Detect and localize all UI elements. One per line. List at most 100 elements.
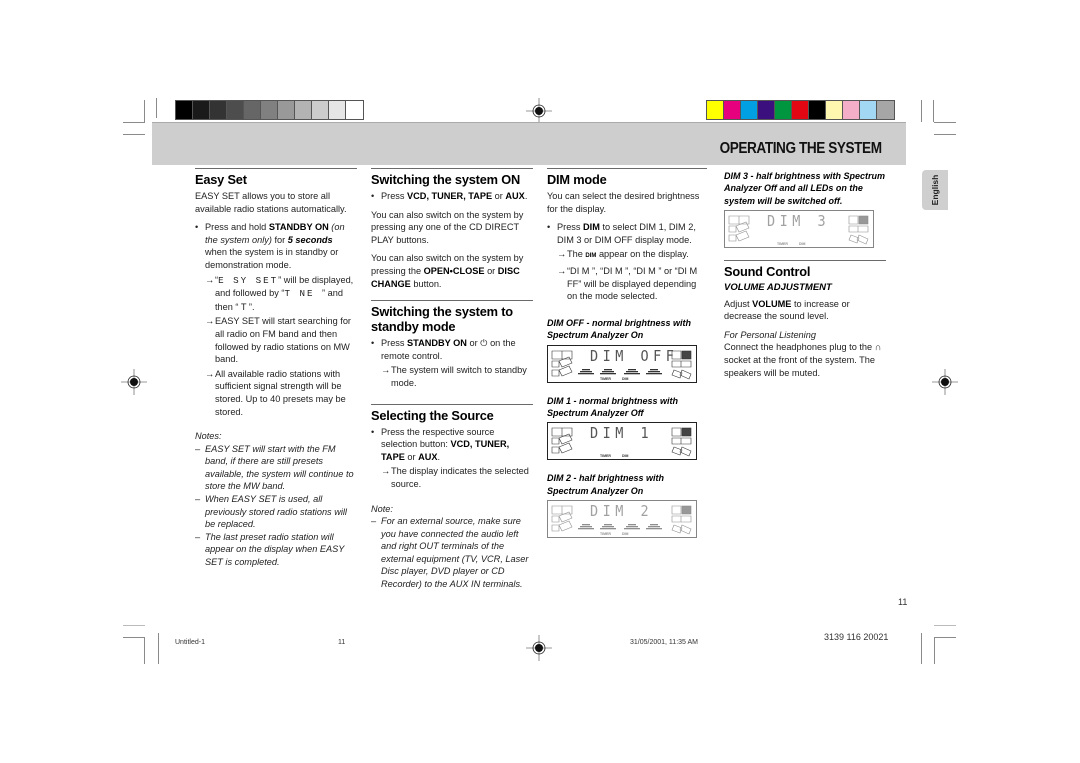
divider: [371, 300, 533, 302]
power-icon: ⏻: [480, 338, 488, 349]
lcd-readout: DIM 3: [767, 212, 831, 231]
standby-step: Press STANDBY ON or ⏻ on the remote cont…: [371, 337, 533, 362]
registration-mark-bottom: [526, 635, 552, 661]
subheading-volume-adjustment: VOLUME ADJUSTMENT: [724, 282, 832, 294]
crop-mark: [934, 637, 956, 638]
color-swatch: [176, 101, 193, 119]
footer-timestamp: 31/05/2001, 11:35 AM: [630, 639, 698, 646]
column-sound-control: DIM 3 - half brightness with Spectrum An…: [724, 170, 886, 385]
color-swatch: [227, 101, 244, 119]
crop-mark: [933, 100, 934, 122]
lcd-timer-label: TIMER: [600, 376, 611, 381]
crop-mark: [158, 633, 159, 664]
divider: [371, 168, 533, 169]
note-item: – The last preset radio station will appe…: [195, 531, 345, 568]
color-swatch: [346, 101, 363, 119]
dim-display-block: DIM 1 - normal brightness with Spectrum …: [547, 395, 707, 461]
registration-mark-top: [526, 98, 552, 124]
color-swatch: [775, 101, 792, 119]
standby-result: → The system will switch to standby mode.: [381, 365, 527, 388]
divider: [547, 168, 707, 169]
lcd-dim-label: DIM: [622, 454, 629, 459]
crop-mark: [921, 100, 922, 122]
heading-switching-on: Switching the system ON: [371, 172, 520, 187]
lcd-readout: DIM OFF: [590, 346, 679, 365]
crop-mark: [934, 134, 956, 135]
lcd-display: DIM 2 TIMER DIM: [547, 500, 697, 539]
note-label: Note:: [371, 503, 393, 514]
spectrum-bar: [578, 368, 594, 374]
divider: [371, 403, 533, 405]
color-swatch: [312, 101, 329, 119]
color-swatch: [707, 101, 724, 119]
section-header-band: OPERATING THE SYSTEM: [152, 122, 906, 165]
heading-standby: Switching the system to standby mode: [371, 304, 513, 335]
language-tab: English: [922, 170, 948, 210]
display-caption: DIM OFF - normal brightness with Spectru…: [547, 317, 691, 341]
crop-mark: [921, 633, 922, 664]
spectrum-bar: [578, 524, 594, 530]
note-item: – For an external source, make sure you h…: [371, 516, 529, 590]
crop-mark: [934, 625, 956, 626]
lcd-right-buttons: [671, 505, 692, 535]
arrow-icon: →: [205, 368, 215, 379]
dim-display-block: DIM OFF - normal brightness with Spectru…: [547, 317, 707, 383]
lcd-display: DIM 1 TIMER DIM: [547, 422, 697, 461]
language-label: English: [930, 174, 940, 206]
color-swatch: [724, 101, 741, 119]
registration-mark-right: [932, 369, 958, 395]
dim-display-block: DIM 2 - half brightness with Spectrum An…: [547, 472, 707, 539]
color-calibration-bar: [706, 100, 895, 120]
lcd-dim-label: DIM: [622, 532, 629, 537]
lcd-left-buttons: [551, 505, 573, 532]
personal-listening-label: For Personal Listening: [724, 329, 816, 340]
note-item: – EASY SET will start with the FM band, i…: [195, 443, 354, 492]
switch-on-info: You can also switch on the system by pre…: [371, 253, 524, 289]
footer-product-code: 3139 116 20021: [824, 632, 889, 642]
color-swatch: [193, 101, 210, 119]
color-swatch: [758, 101, 775, 119]
heading-selecting-source: Selecting the Source: [371, 407, 494, 423]
crop-mark: [144, 100, 145, 122]
color-swatch: [261, 101, 278, 119]
dim-result: → The DIM appear on the display.: [557, 249, 689, 260]
arrow-icon: →: [205, 316, 215, 327]
headphones-icon: ∩: [874, 342, 882, 353]
color-swatch: [826, 101, 843, 119]
color-swatch: [860, 101, 877, 119]
source-result: → The display indicates the selected sour…: [381, 466, 529, 489]
footer-filename: Untitled-1: [175, 639, 205, 646]
grayscale-calibration-bar: [175, 100, 364, 120]
color-swatch: [278, 101, 295, 119]
lcd-dim-label: DIM: [799, 242, 806, 247]
dim-display-list: DIM OFF - normal brightness with Spectru…: [547, 317, 707, 539]
switch-on-step: Press VCD, TUNER, TAPE or AUX.: [371, 190, 533, 203]
dim-intro: You can select the desired brightness fo…: [547, 191, 700, 214]
dim-result: → “DI M ”, “DI M ”, “DI M ” or “DI M FF” …: [557, 265, 698, 302]
lcd-readout: DIM 1: [590, 424, 654, 443]
column-dim-mode: DIM mode You can select the desired brig…: [547, 168, 707, 550]
display-caption: DIM 1 - normal brightness with Spectrum …: [547, 395, 679, 418]
lcd-readout: DIM 2: [590, 502, 654, 521]
arrow-icon: →: [557, 249, 567, 260]
crop-mark: [123, 122, 145, 123]
crop-mark: [123, 134, 145, 135]
crop-mark: [934, 637, 935, 664]
lcd-timer-label: TIMER: [600, 454, 611, 459]
dim-display-block: DIM 3 - half brightness with Spectrum An…: [724, 170, 886, 249]
arrow-icon: →: [557, 265, 567, 276]
color-swatch: [244, 101, 261, 119]
section-title: OPERATING THE SYSTEM: [719, 140, 882, 157]
lcd-dim-label: DIM: [622, 376, 629, 381]
color-swatch: [295, 101, 312, 119]
crop-mark: [123, 637, 145, 638]
color-swatch: [329, 101, 346, 119]
dim-step: Press DIM to select DIM 1, DIM 2, DIM 3 …: [547, 221, 707, 246]
lcd-display: DIM OFF TIMER DIM: [547, 344, 697, 383]
dim-3-display: DIM 3 - half brightness with Spectrum An…: [724, 170, 886, 249]
notes-label: Notes:: [195, 431, 222, 442]
page-number: 11: [898, 597, 908, 607]
arrow-icon: →: [381, 466, 391, 477]
crop-mark: [934, 122, 956, 123]
column-easy-set: Easy Set EASY SET allows you to store al…: [195, 168, 357, 569]
